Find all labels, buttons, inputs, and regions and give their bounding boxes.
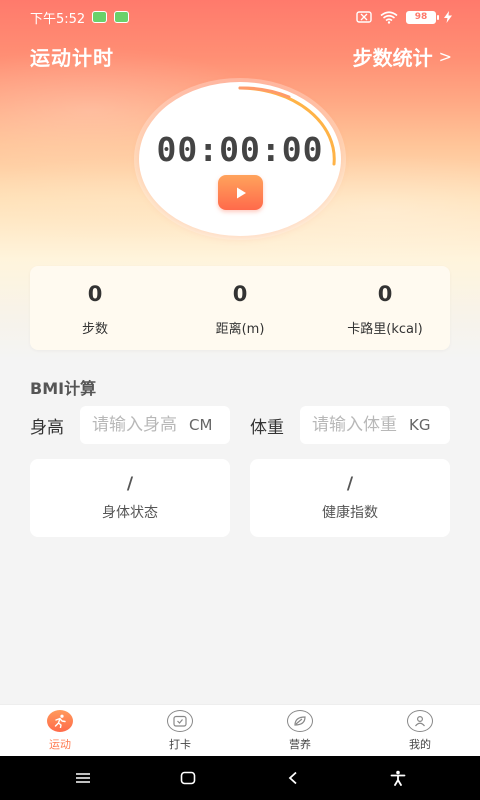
nav-label: 运动 <box>49 737 71 751</box>
system-nav-bar <box>0 756 480 800</box>
height-input[interactable] <box>92 415 187 435</box>
height-label: 身高 <box>30 417 64 438</box>
bottom-nav: 运动 打卡 营养 我的 <box>0 704 480 756</box>
weight-input[interactable] <box>312 415 407 435</box>
nav-label: 营养 <box>289 737 311 751</box>
battery-indicator: 98 <box>406 10 439 24</box>
weight-unit: KG <box>409 416 431 434</box>
status-right: 98 <box>356 10 452 24</box>
health-index-card: / 健康指数 <box>250 459 450 537</box>
accessibility-icon <box>390 770 405 786</box>
body-status-value: / <box>126 474 134 494</box>
stat-value: 0 <box>87 282 103 306</box>
nav-label: 我的 <box>409 737 431 751</box>
wifi-icon <box>380 10 398 24</box>
nav-item-profile[interactable]: 我的 <box>360 709 480 752</box>
stat-value: 0 <box>377 282 393 306</box>
body-status-label: 身体状态 <box>102 505 158 521</box>
menu-icon <box>75 773 90 783</box>
height-input-box: CM <box>80 406 230 444</box>
page-title: 运动计时 <box>30 45 114 70</box>
weight-row: 体重 KG <box>250 406 450 444</box>
start-button[interactable] <box>218 175 263 210</box>
height-row: 身高 CM <box>30 406 230 444</box>
timer-display: 00:00:00 <box>156 130 324 169</box>
chevron-right-icon: > <box>438 46 452 66</box>
status-time: 下午5:52 <box>30 11 86 27</box>
status-bar: 下午5:52 98 <box>0 0 480 34</box>
checkin-icon <box>167 709 193 732</box>
stat-label: 卡路里(kcal) <box>347 322 423 337</box>
status-left: 下午5:52 <box>30 8 130 27</box>
stat-calories: 0 卡路里(kcal) <box>320 266 450 350</box>
home-button[interactable] <box>158 756 218 800</box>
running-icon <box>47 709 73 732</box>
body-status-card: / 身体状态 <box>30 459 230 537</box>
play-icon <box>236 187 246 198</box>
health-index-value: / <box>346 474 354 494</box>
stats-card: 0 步数 0 距离(m) 0 卡路里(kcal) <box>30 266 450 350</box>
stat-steps: 0 步数 <box>30 266 160 350</box>
step-stats-label: 步数统计 <box>352 45 433 70</box>
wechat-notification-icon <box>92 11 108 23</box>
wechat-notification-icon <box>114 11 130 23</box>
back-button[interactable] <box>263 756 323 800</box>
charging-icon <box>444 11 452 23</box>
weight-label: 体重 <box>250 417 284 438</box>
stat-distance: 0 距离(m) <box>175 266 305 350</box>
nutrition-icon <box>287 709 313 732</box>
nav-item-nutrition[interactable]: 营养 <box>240 709 360 752</box>
header: 运动计时 步数统计 > <box>30 40 452 72</box>
accessibility-button[interactable] <box>368 756 428 800</box>
profile-icon <box>407 709 433 732</box>
stat-label: 步数 <box>81 322 108 337</box>
health-index-label: 健康指数 <box>322 505 378 521</box>
weight-input-box: KG <box>300 406 450 444</box>
back-icon <box>288 771 297 785</box>
bmi-section-title: BMI计算 <box>30 379 97 398</box>
menu-button[interactable] <box>53 756 113 800</box>
height-unit: CM <box>189 416 213 434</box>
stat-label: 距离(m) <box>215 322 265 337</box>
stat-value: 0 <box>232 282 248 306</box>
home-icon <box>180 771 195 785</box>
step-stats-link[interactable]: 步数统计 > <box>353 42 452 71</box>
nav-label: 打卡 <box>169 737 191 751</box>
nav-item-checkin[interactable]: 打卡 <box>120 709 240 752</box>
sim-disabled-icon <box>356 11 372 23</box>
nav-item-exercise[interactable]: 运动 <box>0 709 120 752</box>
